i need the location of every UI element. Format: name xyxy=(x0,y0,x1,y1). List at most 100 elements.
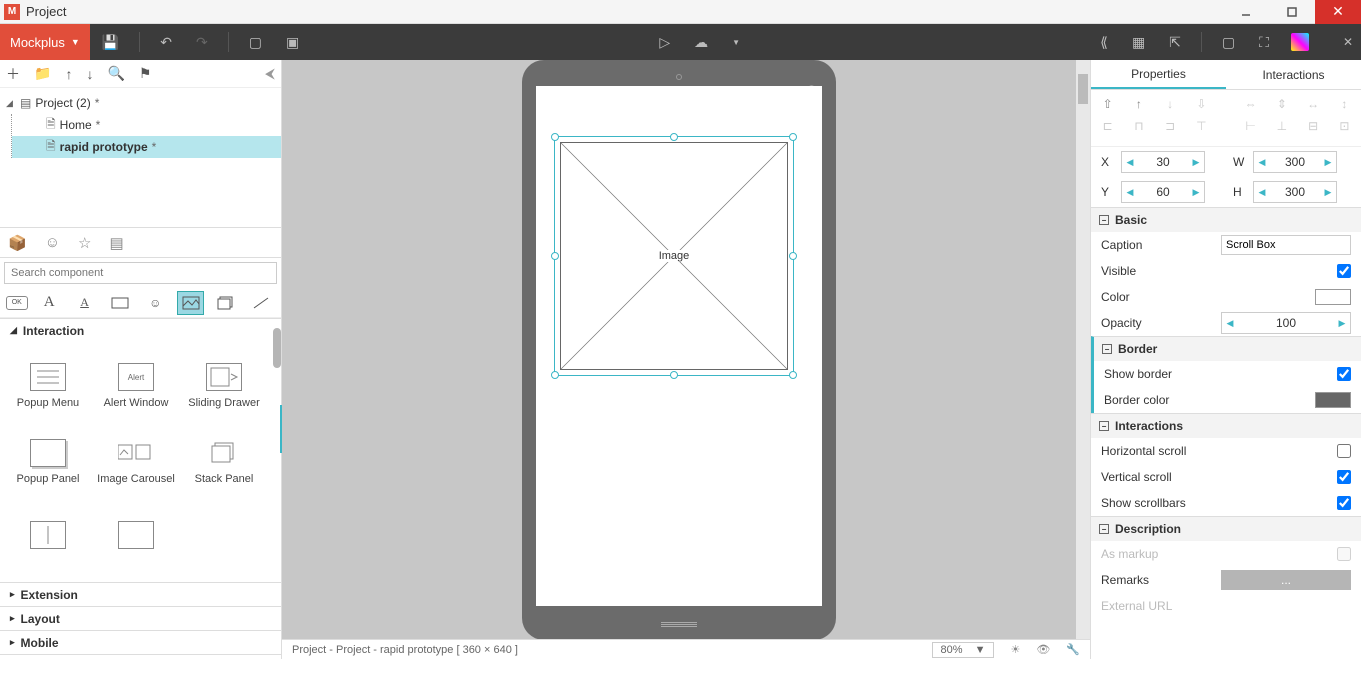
emoji-tab[interactable]: ☺ xyxy=(45,234,60,251)
w-input[interactable]: ◀300▶ xyxy=(1253,151,1337,173)
save-icon[interactable]: 💾 xyxy=(102,34,119,51)
match-width-icon[interactable]: ↔ xyxy=(1307,96,1320,112)
section-basic[interactable]: −Basic xyxy=(1091,208,1361,232)
align-center-icon[interactable]: ⊓ xyxy=(1132,118,1145,134)
panel-close-icon[interactable]: ✕ xyxy=(1343,35,1353,49)
components-tab[interactable]: 📦 xyxy=(8,234,27,252)
share-icon[interactable]: ⟪ xyxy=(1100,34,1108,51)
add-page-icon[interactable]: ＋ xyxy=(6,64,20,84)
acc-interaction[interactable]: ◢Interaction xyxy=(0,318,281,342)
folder-icon[interactable]: 📁 xyxy=(34,65,51,82)
flag-icon[interactable]: ⚑ xyxy=(139,65,152,82)
tab-interactions[interactable]: Interactions xyxy=(1226,60,1361,89)
minimize-button[interactable] xyxy=(1223,0,1269,24)
device-icon[interactable]: ▢ xyxy=(1222,34,1235,51)
grid-icon[interactable]: ▦ xyxy=(1132,34,1145,51)
comp-extra-1[interactable] xyxy=(4,502,92,574)
hscroll-checkbox[interactable] xyxy=(1337,444,1351,458)
acc-mobile[interactable]: ▸Mobile xyxy=(0,630,281,654)
selected-scrollbox[interactable]: Image xyxy=(554,136,794,376)
align-right-icon[interactable]: ⊐ xyxy=(1164,118,1177,134)
align-down-icon[interactable]: ↓ xyxy=(1164,96,1177,112)
tool-line[interactable] xyxy=(248,291,275,315)
tree-item-home[interactable]: 🗎Home* xyxy=(12,114,281,136)
caption-input[interactable] xyxy=(1221,235,1351,255)
move-up-icon[interactable]: ↑ xyxy=(65,66,72,82)
align-up-icon[interactable]: ↑ xyxy=(1132,96,1145,112)
search-icon[interactable]: 🔍 xyxy=(107,65,124,82)
remarks-button[interactable]: ... xyxy=(1221,570,1351,590)
align-vtop-icon[interactable]: ⊤ xyxy=(1195,118,1208,134)
space-v-icon[interactable]: ⊡ xyxy=(1338,118,1351,134)
comp-stack-panel[interactable]: Stack Panel xyxy=(180,426,268,498)
brand-menu[interactable]: Mockplus▼ xyxy=(0,24,90,60)
align-top-icon[interactable]: ⇧ xyxy=(1101,96,1114,112)
show-border-checkbox[interactable] xyxy=(1337,367,1351,381)
match-height-icon[interactable]: ↕ xyxy=(1338,96,1351,112)
align-bottom-icon[interactable]: ⇩ xyxy=(1195,96,1208,112)
color-swatch[interactable] xyxy=(1315,289,1351,305)
ungroup-icon[interactable]: ▣ xyxy=(286,34,299,51)
image-component[interactable]: Image xyxy=(560,142,788,370)
zoom-select[interactable]: 80%▼ xyxy=(932,642,995,658)
section-interactions[interactable]: −Interactions xyxy=(1091,414,1361,438)
templates-tab[interactable]: ▤ xyxy=(109,234,123,252)
comp-popup-panel[interactable]: Popup Panel xyxy=(4,426,92,498)
space-h-icon[interactable]: ⊟ xyxy=(1307,118,1320,134)
move-down-icon[interactable]: ↓ xyxy=(86,66,93,82)
group-icon[interactable]: ▢ xyxy=(249,34,262,51)
distribute-v-icon[interactable]: ⇕ xyxy=(1275,96,1288,112)
y-input[interactable]: ◀60▶ xyxy=(1121,181,1205,203)
acc-extension[interactable]: ▸Extension xyxy=(0,582,281,606)
cloud-icon[interactable]: ☁ xyxy=(694,34,708,51)
acc-layout[interactable]: ▸Layout xyxy=(0,606,281,630)
eye-icon[interactable]: 👁 xyxy=(1036,643,1050,656)
align-left-icon[interactable]: ⊏ xyxy=(1101,118,1114,134)
tool-ok[interactable]: OK xyxy=(6,296,28,310)
opacity-input[interactable]: ◀100▶ xyxy=(1221,312,1351,334)
tool-smiley[interactable]: ☺ xyxy=(142,291,169,315)
acc-static[interactable]: ▸Static xyxy=(0,654,281,659)
fullscreen-icon[interactable]: ⛶ xyxy=(1259,34,1269,51)
wrench-icon[interactable]: 🔧 xyxy=(1066,643,1080,656)
device-screen[interactable]: Image xyxy=(536,86,822,606)
tree-root[interactable]: ◢▤ Project (2)* xyxy=(0,92,281,114)
distribute-h-icon[interactable]: ⇔ xyxy=(1244,96,1257,112)
x-input[interactable]: ◀30▶ xyxy=(1121,151,1205,173)
canvas-scrollbar[interactable] xyxy=(1076,60,1090,659)
tool-rect[interactable] xyxy=(106,291,133,315)
tool-text[interactable]: A xyxy=(36,291,63,315)
showsb-checkbox[interactable] xyxy=(1337,496,1351,510)
comp-popup-menu[interactable]: Popup Menu xyxy=(4,350,92,422)
canvas[interactable]: ⟳ Image Project - Project - xyxy=(282,60,1090,659)
visible-checkbox[interactable] xyxy=(1337,264,1351,278)
close-button[interactable]: ✕ xyxy=(1315,0,1361,24)
sun-icon[interactable]: ☀ xyxy=(1010,643,1020,656)
tool-image[interactable] xyxy=(177,291,204,315)
h-input[interactable]: ◀300▶ xyxy=(1253,181,1337,203)
favorites-tab[interactable]: ☆ xyxy=(78,234,91,252)
search-input[interactable] xyxy=(4,262,277,284)
tree-item-rapid-prototype[interactable]: 🗎rapid prototype* xyxy=(12,136,281,158)
comp-alert-window[interactable]: AlertAlert Window xyxy=(92,350,180,422)
comp-sliding-drawer[interactable]: Sliding Drawer xyxy=(180,350,268,422)
redo-icon[interactable]: ↷ xyxy=(196,34,208,51)
comp-image-carousel[interactable]: Image Carousel xyxy=(92,426,180,498)
align-vcenter-icon[interactable]: ⊢ xyxy=(1244,118,1257,134)
tab-properties[interactable]: Properties xyxy=(1091,60,1226,89)
play-icon[interactable]: ▷ xyxy=(659,34,670,51)
border-color-swatch[interactable] xyxy=(1315,392,1351,408)
vscroll-checkbox[interactable] xyxy=(1337,470,1351,484)
align-vbottom-icon[interactable]: ⊥ xyxy=(1275,118,1288,134)
section-border[interactable]: −Border xyxy=(1094,337,1361,361)
maximize-button[interactable] xyxy=(1269,0,1315,24)
undo-icon[interactable]: ↶ xyxy=(160,34,172,51)
comp-extra-2[interactable] xyxy=(92,502,180,574)
sparkle-icon[interactable] xyxy=(1291,33,1309,51)
cloud-dropdown-icon[interactable]: ▼ xyxy=(732,38,740,47)
collapse-icon[interactable]: ⮜ xyxy=(265,65,275,82)
component-scrollbar[interactable] xyxy=(271,318,281,659)
export-icon[interactable]: ⇱ xyxy=(1169,34,1181,51)
tool-underline[interactable]: A xyxy=(71,291,98,315)
tool-stack[interactable] xyxy=(212,291,239,315)
